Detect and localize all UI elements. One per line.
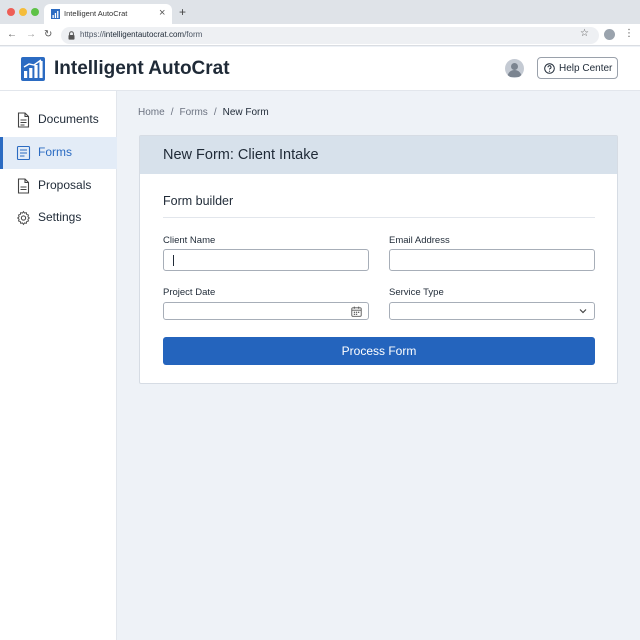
sidebar-item-forms[interactable]: Forms [0, 137, 117, 169]
user-icon [507, 63, 522, 77]
client-name-label: Client Name [163, 235, 216, 246]
app-title: Intelligent AutoCrat [54, 58, 230, 79]
section-divider [163, 217, 595, 218]
page-title: New Form: Client Intake [163, 147, 319, 163]
bookmark-star-icon[interactable]: ☆ [580, 27, 589, 41]
lock-icon [68, 31, 75, 40]
close-window-button[interactable] [7, 8, 15, 16]
sidebar-item-proposals[interactable]: Proposals [0, 170, 117, 202]
sidebar: Documents Forms Proposals Settings [0, 91, 117, 640]
form-card: New Form: Client Intake Form builder Cli… [139, 135, 618, 384]
service-type-label: Service Type [389, 287, 444, 298]
process-form-button[interactable]: Process Form [163, 337, 595, 365]
email-address-input[interactable] [389, 249, 595, 271]
sidebar-item-settings[interactable]: Settings [0, 202, 117, 234]
text-cursor [173, 255, 174, 266]
project-date-input[interactable] [163, 302, 369, 320]
sidebar-item-label: Forms [38, 145, 72, 159]
project-date-label: Project Date [163, 287, 216, 298]
form-icon [16, 145, 31, 161]
breadcrumb-separator: / [213, 107, 217, 118]
help-center-button[interactable]: Help Center [537, 57, 618, 79]
tab-close-icon[interactable]: × [159, 6, 165, 20]
breadcrumb-current: New Form [222, 107, 269, 118]
service-type-select[interactable] [389, 302, 595, 320]
section-title: Form builder [163, 194, 234, 208]
minimize-window-button[interactable] [19, 8, 27, 16]
proposal-icon [17, 178, 30, 194]
sidebar-item-label: Documents [38, 112, 99, 126]
tab-title: Intelligent AutoCrat [64, 9, 128, 18]
card-header: New Form: Client Intake [140, 136, 617, 174]
breadcrumb: Home / Forms / New Form [138, 107, 269, 118]
new-tab-button[interactable]: + [179, 5, 186, 19]
browser-address-bar: ← → ↻ https://intelligentautocrat.com/fo… [0, 24, 640, 46]
back-arrow-icon[interactable]: ← [7, 28, 17, 42]
url-text: https://intelligentautocrat.com/form [80, 30, 203, 39]
help-circle-icon [544, 63, 555, 74]
app-header: Intelligent AutoCrat Help Center [0, 47, 640, 91]
breadcrumb-separator: / [170, 107, 174, 118]
logo-icon [21, 57, 45, 81]
browser-tab[interactable]: Intelligent AutoCrat × [44, 4, 172, 24]
calendar-icon[interactable] [351, 306, 362, 317]
browser-tab-bar: Intelligent AutoCrat × + [0, 0, 640, 24]
avatar[interactable] [505, 59, 524, 78]
document-icon [17, 112, 30, 128]
sidebar-item-label: Proposals [38, 178, 92, 192]
sidebar-item-documents[interactable]: Documents [0, 104, 117, 136]
chevron-down-icon [579, 309, 587, 314]
client-name-input[interactable] [163, 249, 369, 271]
help-center-label: Help Center [559, 63, 613, 74]
browser-menu-icon[interactable]: ⋮ [624, 27, 634, 41]
url-field[interactable]: https://intelligentautocrat.com/form [61, 27, 599, 44]
breadcrumb-forms[interactable]: Forms [179, 107, 207, 118]
gear-icon [16, 210, 31, 226]
breadcrumb-home[interactable]: Home [138, 107, 165, 118]
browser-profile-icon[interactable] [604, 29, 615, 40]
favicon-icon [51, 9, 60, 19]
sidebar-item-label: Settings [38, 210, 82, 224]
maximize-window-button[interactable] [31, 8, 39, 16]
email-address-label: Email Address [389, 235, 450, 246]
reload-icon[interactable]: ↻ [44, 28, 52, 42]
forward-arrow-icon[interactable]: → [26, 28, 36, 42]
